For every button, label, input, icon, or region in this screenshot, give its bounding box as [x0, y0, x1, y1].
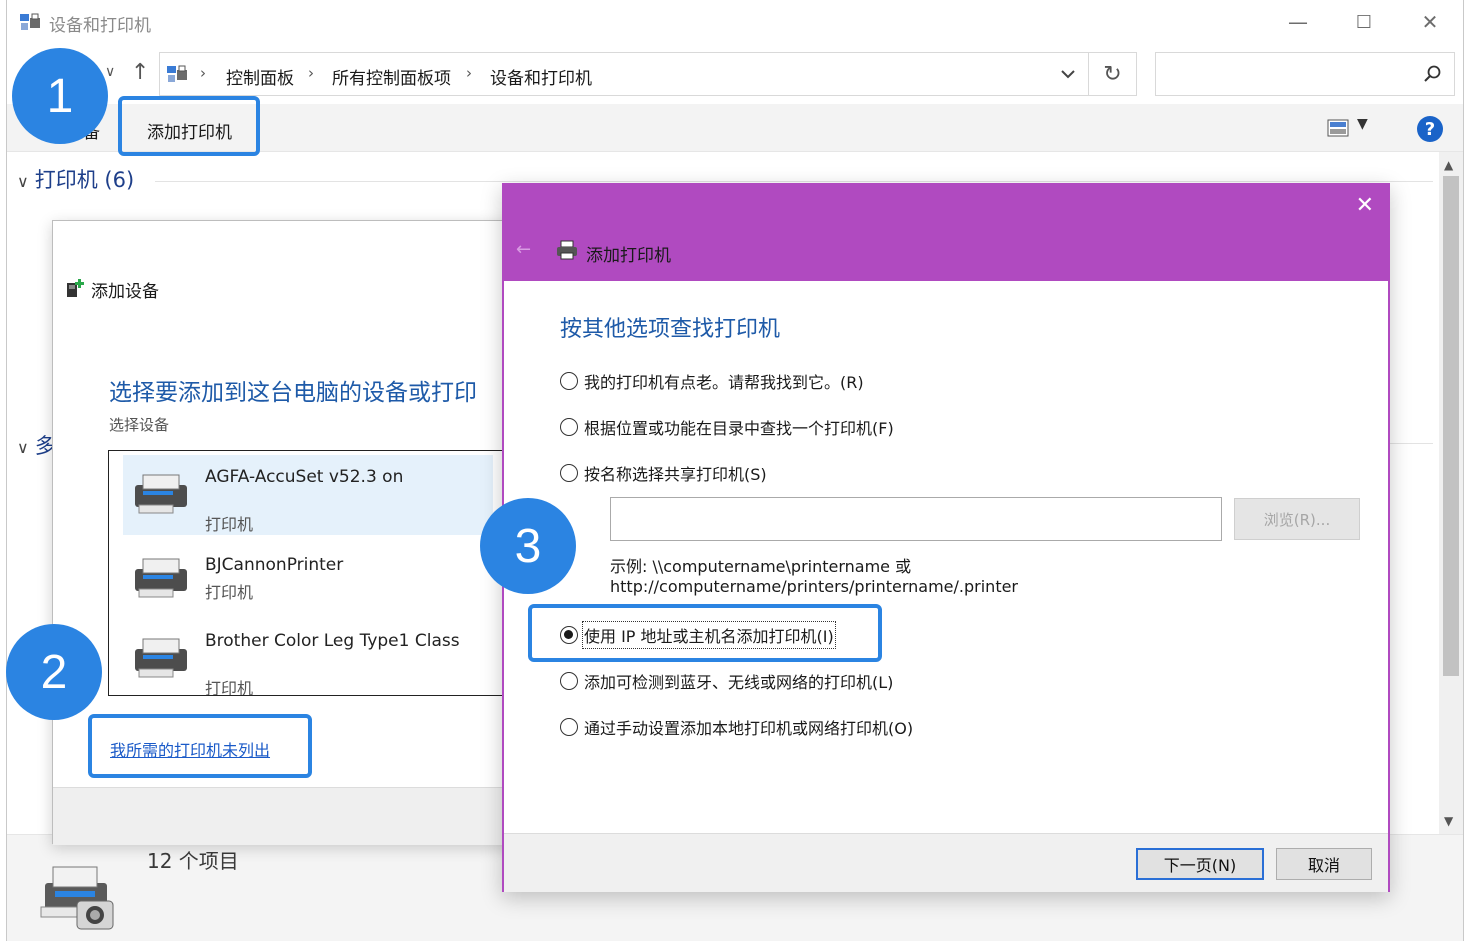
group-printers[interactable]: ∨ 打印机 (6): [17, 164, 134, 194]
option-label: 我的打印机有点老。请帮我找到它。(R): [584, 373, 864, 392]
window-title: 设备和打印机: [49, 16, 151, 36]
dialog-title: 添加打印机: [586, 246, 671, 266]
next-button[interactable]: 下一页(N): [1136, 848, 1264, 880]
device-name: AGFA-AccuSet v52.3 on: [205, 467, 404, 487]
device-type: 打印机: [205, 679, 254, 696]
maximize-button[interactable]: ☐: [1341, 6, 1387, 38]
highlight-ip-option: [528, 604, 882, 662]
radio-button[interactable]: [560, 418, 578, 436]
chevron-down-icon[interactable]: ∨: [17, 172, 29, 191]
option-manual-local[interactable]: 通过手动设置添加本地打印机或网络打印机(O): [560, 715, 913, 739]
option-label: 添加可检测到蓝牙、无线或网络的打印机(L): [584, 673, 894, 692]
group-multimedia[interactable]: ∨ 多: [17, 430, 56, 460]
add-device-title: 添加设备: [91, 282, 159, 302]
device-name: BJCannonPrinter: [205, 555, 344, 575]
example-text-line2: http://computername/printers/printername…: [610, 577, 1019, 596]
radio-button[interactable]: [560, 672, 578, 690]
recent-locations-icon[interactable]: ∨: [105, 64, 115, 80]
add-device-icon: [67, 279, 84, 297]
add-device-subheading: 选择设备: [109, 416, 170, 434]
option-bluetooth-wireless[interactable]: 添加可检测到蓝牙、无线或网络的打印机(L): [560, 669, 893, 693]
option-label: 通过手动设置添加本地打印机或网络打印机(O): [584, 719, 914, 738]
list-item[interactable]: AGFA-AccuSet v52.3 on 打印机: [123, 455, 493, 535]
list-item[interactable]: BJCannonPrinter 打印机: [123, 547, 493, 617]
dialog-footer: 下一页(N) 取消: [504, 833, 1388, 892]
group-divider: [155, 181, 1433, 182]
option-printer-old[interactable]: 我的打印机有点老。请帮我找到它。(R): [560, 369, 864, 393]
add-device-footer: [53, 787, 521, 845]
highlight-add-printer: [118, 96, 260, 156]
radio-button[interactable]: [560, 718, 578, 736]
shared-printer-input[interactable]: [611, 498, 1221, 540]
list-item[interactable]: Brother Color Leg Type1 Class 打印机: [123, 621, 493, 696]
printer-icon: [557, 240, 577, 260]
option-shared-by-name[interactable]: 按名称选择共享打印机(S): [560, 461, 767, 485]
minimize-button[interactable]: —: [1275, 6, 1321, 38]
back-arrow-icon[interactable]: ←: [516, 239, 531, 260]
scroll-down-icon[interactable]: ▼: [1444, 814, 1453, 828]
chevron-down-icon[interactable]: ∨: [17, 438, 29, 457]
close-icon[interactable]: ✕: [1356, 193, 1374, 218]
title-bar: 设备和打印机 — ☐ ✕: [7, 0, 1463, 44]
refresh-button[interactable]: ↻: [1089, 52, 1137, 96]
scroll-up-icon[interactable]: ▲: [1444, 158, 1453, 172]
shared-printer-field[interactable]: [610, 497, 1222, 541]
printer-icon: [135, 474, 187, 514]
search-box[interactable]: [1155, 52, 1455, 96]
breadcrumb-devices-printers[interactable]: 设备和打印机: [490, 64, 592, 89]
breadcrumb-control-panel[interactable]: 控制面板: [226, 64, 294, 89]
devices-printers-icon: [20, 13, 40, 30]
step-badge-2: 2: [6, 624, 102, 720]
printer-icon: [135, 558, 187, 598]
radio-button[interactable]: [560, 372, 578, 390]
chevron-down-icon[interactable]: [1058, 61, 1078, 87]
printer-camera-icon: [40, 866, 114, 930]
close-button[interactable]: ✕: [1407, 6, 1453, 38]
device-type: 打印机: [205, 515, 254, 534]
option-find-in-directory[interactable]: 根据位置或功能在目录中查找一个打印机(F): [560, 415, 894, 439]
address-bar[interactable]: › 控制面板 › 所有控制面板项 › 设备和打印机: [159, 52, 1089, 96]
device-list[interactable]: AGFA-AccuSet v52.3 on 打印机 BJCannonPrinte…: [108, 450, 523, 696]
vertical-scrollbar[interactable]: ▲ ▼: [1439, 152, 1463, 834]
up-arrow-icon[interactable]: ↑: [131, 60, 149, 85]
step-badge-1: 1: [12, 48, 108, 144]
add-device-heading: 选择要添加到这台电脑的设备或打印: [109, 380, 477, 406]
dialog-heading: 按其他选项查找打印机: [560, 317, 781, 342]
group-printers-label: 打印机 (6): [34, 168, 135, 192]
search-icon: [1424, 65, 1441, 82]
cancel-button[interactable]: 取消: [1276, 848, 1372, 880]
printer-icon: [135, 638, 187, 678]
add-printer-dialog: ✕ ← 添加打印机 按其他选项查找打印机 我的打印机有点老。请帮我找到它。(R)…: [502, 183, 1390, 892]
item-count: 12 个项目: [147, 849, 239, 873]
breadcrumb-all-items[interactable]: 所有控制面板项: [332, 64, 451, 89]
highlight-not-listed: [88, 714, 312, 778]
breadcrumb-separator-icon: ›: [200, 64, 206, 82]
step-badge-3: 3: [480, 498, 576, 594]
search-input[interactable]: [1162, 59, 1412, 89]
breadcrumb-separator-icon: ›: [308, 64, 314, 82]
dialog-header: ✕: [504, 185, 1388, 281]
browse-button[interactable]: 浏览(R)...: [1234, 498, 1360, 540]
option-label: 按名称选择共享打印机(S): [584, 465, 767, 484]
breadcrumb-separator-icon: ›: [466, 64, 472, 82]
view-dropdown-icon[interactable]: ▼: [1357, 116, 1368, 132]
address-row: ∨ ↑ › 控制面板 › 所有控制面板项 › 设备和打印机 ↻: [7, 50, 1463, 98]
scroll-thumb[interactable]: [1443, 176, 1459, 676]
devices-printers-icon: [167, 65, 187, 82]
example-text-line1: 示例: \\computername\printername 或: [610, 557, 912, 576]
view-options-icon[interactable]: [1327, 119, 1349, 137]
option-label: 根据位置或功能在目录中查找一个打印机(F): [584, 419, 894, 438]
radio-button[interactable]: [560, 464, 578, 482]
device-name: Brother Color Leg Type1 Class: [205, 631, 460, 651]
help-icon[interactable]: ?: [1417, 116, 1443, 142]
device-type: 打印机: [205, 583, 254, 602]
